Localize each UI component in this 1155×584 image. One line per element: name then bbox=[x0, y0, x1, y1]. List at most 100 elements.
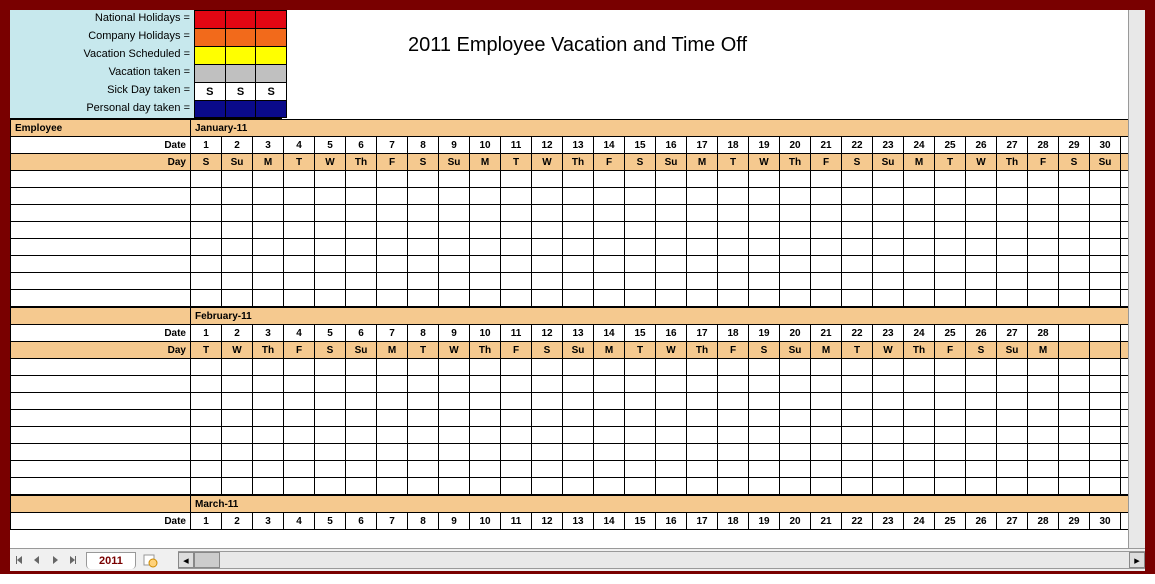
dow-cell[interactable]: Su bbox=[1090, 154, 1121, 171]
tab-nav-first[interactable] bbox=[11, 552, 27, 568]
data-cell[interactable] bbox=[532, 171, 563, 188]
data-cell[interactable] bbox=[687, 359, 718, 376]
data-cell[interactable] bbox=[377, 444, 408, 461]
dow-cell[interactable]: W bbox=[222, 342, 253, 359]
data-cell[interactable] bbox=[1028, 427, 1059, 444]
data-cell[interactable] bbox=[1059, 239, 1090, 256]
data-cell[interactable] bbox=[11, 171, 191, 188]
data-cell[interactable] bbox=[315, 256, 346, 273]
data-cell[interactable] bbox=[532, 376, 563, 393]
date-cell[interactable]: 8 bbox=[408, 137, 439, 154]
data-cell[interactable] bbox=[842, 256, 873, 273]
data-cell[interactable] bbox=[656, 239, 687, 256]
data-cell[interactable] bbox=[346, 359, 377, 376]
date-cell[interactable]: 23 bbox=[873, 137, 904, 154]
data-cell[interactable] bbox=[687, 444, 718, 461]
data-cell[interactable] bbox=[563, 359, 594, 376]
data-cell[interactable] bbox=[1059, 205, 1090, 222]
data-cell[interactable] bbox=[222, 256, 253, 273]
data-cell[interactable] bbox=[315, 273, 346, 290]
data-cell[interactable] bbox=[532, 239, 563, 256]
data-cell[interactable] bbox=[749, 444, 780, 461]
data-cell[interactable] bbox=[563, 290, 594, 307]
dow-cell[interactable]: F bbox=[811, 154, 842, 171]
dow-cell[interactable]: Th bbox=[470, 342, 501, 359]
data-cell[interactable] bbox=[253, 359, 284, 376]
data-cell[interactable] bbox=[997, 239, 1028, 256]
data-cell[interactable] bbox=[966, 461, 997, 478]
data-cell[interactable] bbox=[656, 359, 687, 376]
data-cell[interactable] bbox=[377, 205, 408, 222]
data-cell[interactable] bbox=[222, 273, 253, 290]
data-cell[interactable] bbox=[749, 393, 780, 410]
data-cell[interactable] bbox=[594, 359, 625, 376]
data-cell[interactable] bbox=[842, 478, 873, 495]
date-cell[interactable]: 24 bbox=[904, 137, 935, 154]
date-cell[interactable]: 16 bbox=[656, 513, 687, 530]
month-table[interactable]: March-11Date1234567891011121314151617181… bbox=[10, 495, 1145, 530]
tab-nav-prev[interactable] bbox=[29, 552, 45, 568]
data-cell[interactable] bbox=[625, 410, 656, 427]
dow-cell[interactable]: Su bbox=[656, 154, 687, 171]
dow-cell[interactable]: T bbox=[935, 154, 966, 171]
data-cell[interactable] bbox=[625, 171, 656, 188]
dow-cell[interactable]: Th bbox=[687, 342, 718, 359]
data-cell[interactable] bbox=[439, 444, 470, 461]
date-cell[interactable]: 22 bbox=[842, 137, 873, 154]
data-cell[interactable] bbox=[811, 376, 842, 393]
data-cell[interactable] bbox=[718, 359, 749, 376]
data-cell[interactable] bbox=[780, 188, 811, 205]
data-cell[interactable] bbox=[439, 410, 470, 427]
data-cell[interactable] bbox=[408, 171, 439, 188]
data-cell[interactable] bbox=[935, 290, 966, 307]
data-cell[interactable] bbox=[1059, 410, 1090, 427]
data-cell[interactable] bbox=[1028, 376, 1059, 393]
data-cell[interactable] bbox=[253, 478, 284, 495]
data-cell[interactable] bbox=[904, 444, 935, 461]
data-cell[interactable] bbox=[315, 205, 346, 222]
data-cell[interactable] bbox=[842, 410, 873, 427]
date-cell[interactable]: 21 bbox=[811, 325, 842, 342]
data-cell[interactable] bbox=[346, 461, 377, 478]
data-cell[interactable] bbox=[935, 410, 966, 427]
data-cell[interactable] bbox=[935, 256, 966, 273]
data-cell[interactable] bbox=[1028, 461, 1059, 478]
data-cell[interactable] bbox=[284, 376, 315, 393]
data-cell[interactable] bbox=[625, 273, 656, 290]
data-cell[interactable] bbox=[780, 273, 811, 290]
data-cell[interactable] bbox=[1059, 273, 1090, 290]
data-cell[interactable] bbox=[1059, 393, 1090, 410]
data-cell[interactable] bbox=[1059, 444, 1090, 461]
date-cell[interactable]: 13 bbox=[563, 513, 594, 530]
data-cell[interactable] bbox=[1059, 222, 1090, 239]
data-cell[interactable] bbox=[966, 205, 997, 222]
dow-cell[interactable]: F bbox=[501, 342, 532, 359]
data-cell[interactable] bbox=[377, 461, 408, 478]
data-cell[interactable] bbox=[439, 290, 470, 307]
date-cell[interactable]: 14 bbox=[594, 137, 625, 154]
data-cell[interactable] bbox=[873, 222, 904, 239]
data-cell[interactable] bbox=[501, 461, 532, 478]
data-cell[interactable] bbox=[656, 171, 687, 188]
data-cell[interactable] bbox=[687, 376, 718, 393]
data-cell[interactable] bbox=[532, 478, 563, 495]
dow-cell[interactable]: M bbox=[470, 154, 501, 171]
data-cell[interactable] bbox=[594, 171, 625, 188]
data-cell[interactable] bbox=[532, 290, 563, 307]
data-cell[interactable] bbox=[904, 256, 935, 273]
data-cell[interactable] bbox=[656, 410, 687, 427]
data-cell[interactable] bbox=[315, 410, 346, 427]
data-cell[interactable] bbox=[253, 273, 284, 290]
data-cell[interactable] bbox=[439, 359, 470, 376]
data-cell[interactable] bbox=[470, 239, 501, 256]
data-cell[interactable] bbox=[1028, 410, 1059, 427]
data-cell[interactable] bbox=[687, 478, 718, 495]
data-cell[interactable] bbox=[563, 256, 594, 273]
hscroll-thumb[interactable] bbox=[194, 552, 220, 568]
data-cell[interactable] bbox=[284, 290, 315, 307]
data-cell[interactable] bbox=[191, 376, 222, 393]
data-cell[interactable] bbox=[315, 444, 346, 461]
data-cell[interactable] bbox=[811, 171, 842, 188]
data-cell[interactable] bbox=[749, 478, 780, 495]
hscroll-right-arrow[interactable]: ▸ bbox=[1129, 552, 1145, 568]
